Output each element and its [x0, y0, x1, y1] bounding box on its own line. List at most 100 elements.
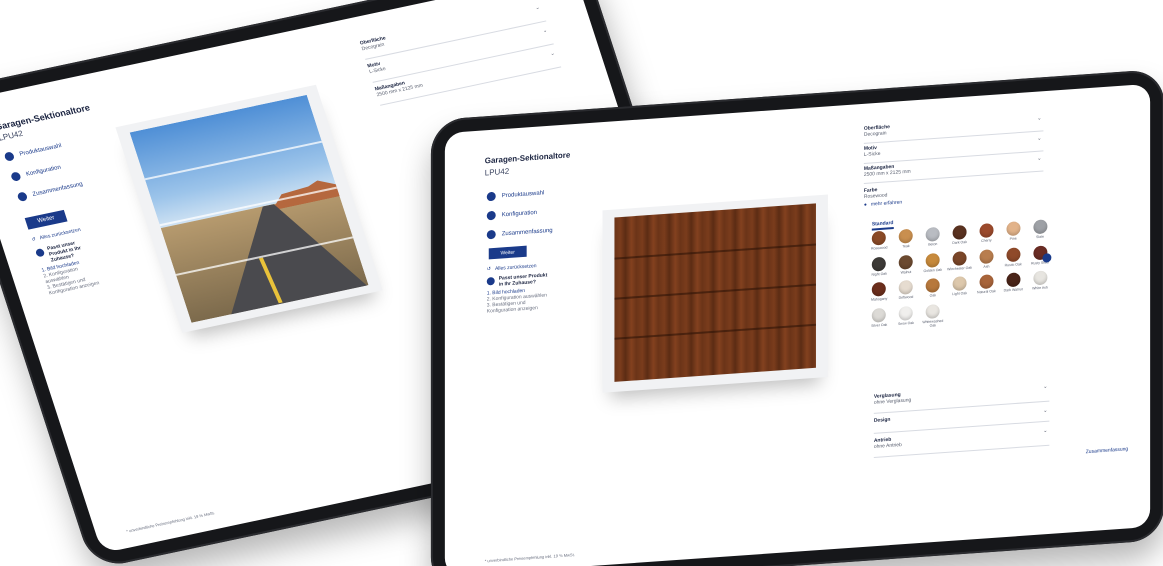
- color-swatch[interactable]: White Ash: [1027, 270, 1054, 292]
- color-swatch[interactable]: Night Oak: [866, 256, 893, 278]
- step-zusammenfassung[interactable]: Zusammenfassung: [486, 226, 553, 240]
- price-footnote: * unverbindliche Preisempfehlung inkl. 1…: [125, 510, 216, 534]
- color-swatch[interactable]: Ash: [973, 248, 1000, 270]
- swatch-label: Pine: [1009, 236, 1017, 241]
- page-subtitle: LPU42: [484, 166, 510, 178]
- swatch-color: [925, 278, 940, 294]
- step-produktauswahl[interactable]: Produktauswahl: [3, 139, 71, 162]
- swatch-color: [1006, 246, 1021, 262]
- step-label: Konfiguration: [501, 209, 537, 218]
- swatch-color: [872, 230, 887, 246]
- swatch-label: Winchester Oak: [947, 265, 973, 272]
- page-subtitle: LPU42: [0, 128, 25, 143]
- color-swatch[interactable]: Beton: [919, 226, 946, 248]
- step-produktauswahl[interactable]: Produktauswahl: [486, 188, 553, 202]
- swatch-color: [1032, 219, 1047, 235]
- swatch-label: Mahogany: [871, 296, 888, 303]
- tablet-front: Garagen-Sektionaltore LPU42 Produktauswa…: [430, 68, 1163, 566]
- step-konfiguration[interactable]: Konfiguration: [486, 207, 553, 221]
- step-label: Produktauswahl: [18, 142, 63, 158]
- swatch-color: [979, 274, 994, 290]
- swatch-color: [899, 280, 913, 296]
- door-image-road: [129, 94, 369, 323]
- chevron-down-icon: ⌄: [1043, 427, 1048, 435]
- swatch-color: [952, 276, 967, 292]
- step-zusammenfassung[interactable]: Zusammenfassung: [16, 180, 84, 202]
- color-swatch[interactable]: Snow Oak: [893, 305, 920, 330]
- reset-icon: ↺: [30, 236, 37, 244]
- color-swatch[interactable]: Walnut: [893, 254, 920, 276]
- step-konfiguration[interactable]: Konfiguration: [10, 160, 77, 182]
- color-swatch[interactable]: Teak: [893, 228, 920, 250]
- color-swatch[interactable]: Silver Oak: [866, 307, 893, 332]
- selected-check-icon: [1042, 252, 1052, 263]
- color-swatch[interactable]: Dark Walnut: [1000, 272, 1027, 294]
- swatch-label: Whitewashed Oak: [922, 318, 944, 328]
- step-dot: [486, 229, 496, 240]
- swatch-color: [925, 226, 940, 242]
- swatch-color: [925, 252, 940, 268]
- info-icon: ●: [863, 201, 867, 209]
- swatch-label: Slate: [1035, 234, 1044, 240]
- color-swatch[interactable]: Golden Oak: [919, 252, 946, 274]
- color-swatch[interactable]: Rustic Oak: [1000, 246, 1027, 268]
- step-dot: [486, 210, 496, 221]
- door-panel-line: [614, 283, 816, 300]
- swatch-label: Natural Oak: [977, 289, 996, 295]
- color-swatch[interactable]: Light Oak: [946, 276, 973, 298]
- next-button[interactable]: Weiter: [488, 245, 527, 260]
- chevron-down-icon: ⌄: [1037, 115, 1042, 122]
- door-image-rosewood: [614, 203, 816, 382]
- swatch-color: [899, 228, 913, 244]
- color-swatch[interactable]: Slate: [1027, 219, 1054, 241]
- step-dot: [10, 171, 22, 182]
- step-label: Konfiguration: [25, 164, 62, 178]
- faq-question-text: Passt unser Produkt in Ihr Zuhause?: [498, 272, 548, 288]
- chevron-down-icon: ⌄: [1037, 135, 1042, 142]
- color-swatch[interactable]: Oak: [919, 278, 946, 300]
- faq-block: Passt unser Produkt in Ihr Zuhause? 1. B…: [34, 236, 109, 297]
- faq-block: Passt unser Produkt in Ihr Zuhause? 1. B…: [486, 272, 549, 315]
- color-swatch[interactable]: Rusty Steel: [1027, 245, 1054, 267]
- color-tabs: Standard: [871, 220, 894, 231]
- more-info-label: mehr erfahren: [870, 199, 903, 208]
- swatch-color: [925, 304, 940, 320]
- swatch-label: Rosewood: [870, 245, 888, 251]
- color-swatch[interactable]: Dark Oak: [946, 224, 973, 247]
- color-swatch[interactable]: Cherry: [973, 223, 1000, 245]
- chevron-down-icon: ⌄: [1043, 383, 1048, 391]
- color-swatch[interactable]: Pine: [1000, 221, 1027, 243]
- chevron-down-icon: ⌄: [1037, 155, 1042, 162]
- door-panel-line: [614, 243, 816, 260]
- color-swatch[interactable]: Rosewood: [866, 230, 893, 252]
- swatch-color: [952, 250, 967, 266]
- door-panel-line: [614, 323, 816, 340]
- swatch-color: [1032, 270, 1047, 286]
- step-list: Produktauswahl Konfiguration Zusammenfas…: [486, 188, 553, 240]
- swatch-label: Night Oak: [871, 271, 887, 277]
- swatch-label: Ash: [983, 264, 990, 269]
- swatch-grid: Rosewood Teak Beton Dark Oak Cherry Pine Slate…: [866, 219, 1054, 333]
- swatch-label: Dark Walnut: [1003, 287, 1023, 293]
- color-swatch[interactable]: Whitewashed Oak: [919, 304, 946, 329]
- swatch-color: [1006, 272, 1021, 288]
- color-swatch[interactable]: Winchester Oak: [946, 250, 973, 272]
- summary-link[interactable]: Zusammenfassung: [1086, 446, 1128, 455]
- color-swatch[interactable]: Driftwood: [893, 280, 920, 302]
- step-label: Zusammenfassung: [31, 181, 84, 198]
- tab-standard[interactable]: Standard: [871, 220, 894, 231]
- chevron-down-icon: ⌄: [1043, 407, 1048, 415]
- color-swatch[interactable]: Mahogany: [866, 282, 893, 304]
- page-title: Garagen-Sektionaltore: [0, 102, 92, 133]
- step-label: Produktauswahl: [501, 189, 545, 199]
- next-button[interactable]: Weiter: [24, 209, 68, 230]
- color-swatch[interactable]: Natural Oak: [973, 274, 1000, 296]
- swatch-color: [872, 307, 887, 323]
- info-icon: [34, 248, 46, 258]
- swatch-label: Beton: [928, 242, 938, 247]
- swatch-color: [979, 248, 994, 264]
- step-dot: [3, 151, 16, 162]
- reset-link[interactable]: ↺ Alles zurücksetzen: [487, 263, 537, 272]
- swatch-label: White Ash: [1032, 285, 1048, 291]
- swatch-color: [899, 254, 913, 270]
